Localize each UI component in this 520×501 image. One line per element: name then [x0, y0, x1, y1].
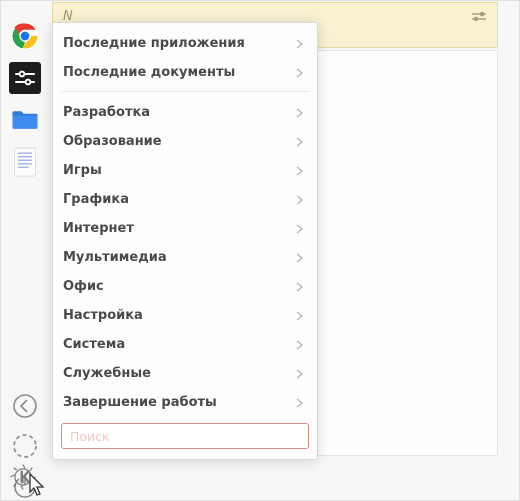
menu-divider	[61, 91, 309, 92]
launcher-strip	[6, 20, 44, 501]
menu-item-label: Служебные	[63, 366, 290, 381]
menu-category-graphics[interactable]: Графика	[61, 185, 309, 214]
menu-item-label: Интернет	[63, 221, 290, 236]
chevron-right-icon	[296, 68, 303, 78]
menu-category-development[interactable]: Разработка	[61, 98, 309, 127]
menu-item-label: Система	[63, 337, 290, 352]
menu-category-system[interactable]: Система	[61, 330, 309, 359]
launcher-chrome[interactable]	[9, 20, 41, 52]
menu-recent-apps[interactable]: Последние приложения	[61, 29, 309, 58]
files-icon	[10, 105, 40, 135]
application-menu: Последние приложения Последние документы…	[52, 22, 318, 460]
chevron-right-icon	[296, 398, 303, 408]
panel-refresh-button[interactable]	[10, 431, 40, 461]
launcher-document[interactable]	[9, 146, 41, 178]
chevron-right-icon	[296, 195, 303, 205]
menu-item-label: Мультимедиа	[63, 250, 290, 265]
menu-category-leave[interactable]: Завершение работы	[61, 388, 309, 417]
chevron-right-icon	[296, 340, 303, 350]
menu-item-label: Офис	[63, 279, 290, 294]
back-icon	[12, 393, 38, 419]
chevron-right-icon	[296, 108, 303, 118]
menu-category-education[interactable]: Образование	[61, 127, 309, 156]
menu-category-multimedia[interactable]: Мультимедиа	[61, 243, 309, 272]
chevron-right-icon	[296, 282, 303, 292]
menu-item-label: Последние документы	[63, 65, 290, 80]
note-controls-icon[interactable]	[471, 9, 487, 25]
kde-logo-icon	[8, 462, 38, 492]
menu-category-settings[interactable]: Настройка	[61, 301, 309, 330]
chevron-right-icon	[296, 224, 303, 234]
chevron-right-icon	[296, 166, 303, 176]
menu-item-label: Игры	[63, 163, 290, 178]
search-field[interactable]: Поиск	[61, 423, 309, 449]
refresh-icon	[12, 433, 38, 459]
menu-item-label: Образование	[63, 134, 290, 149]
chevron-right-icon	[296, 137, 303, 147]
search-placeholder: Поиск	[70, 429, 110, 444]
menu-category-games[interactable]: Игры	[61, 156, 309, 185]
menu-item-label: Графика	[63, 192, 290, 207]
settings-panel-icon	[13, 66, 37, 90]
menu-recent-docs[interactable]: Последние документы	[61, 58, 309, 87]
launcher-files[interactable]	[9, 104, 41, 136]
menu-item-label: Разработка	[63, 105, 290, 120]
menu-category-office[interactable]: Офис	[61, 272, 309, 301]
menu-item-label: Последние приложения	[63, 36, 290, 51]
chevron-right-icon	[296, 39, 303, 49]
panel-back-button[interactable]	[10, 391, 40, 421]
chevron-right-icon	[296, 253, 303, 263]
menu-category-utilities[interactable]: Служебные	[61, 359, 309, 388]
menu-item-label: Завершение работы	[63, 395, 290, 410]
launcher-settings-panel[interactable]	[9, 62, 41, 94]
menu-category-internet[interactable]: Интернет	[61, 214, 309, 243]
document-icon	[11, 147, 39, 177]
chevron-right-icon	[296, 369, 303, 379]
menu-item-label: Настройка	[63, 308, 290, 323]
chrome-icon	[10, 21, 40, 51]
chevron-right-icon	[296, 311, 303, 321]
start-button[interactable]	[8, 462, 38, 496]
